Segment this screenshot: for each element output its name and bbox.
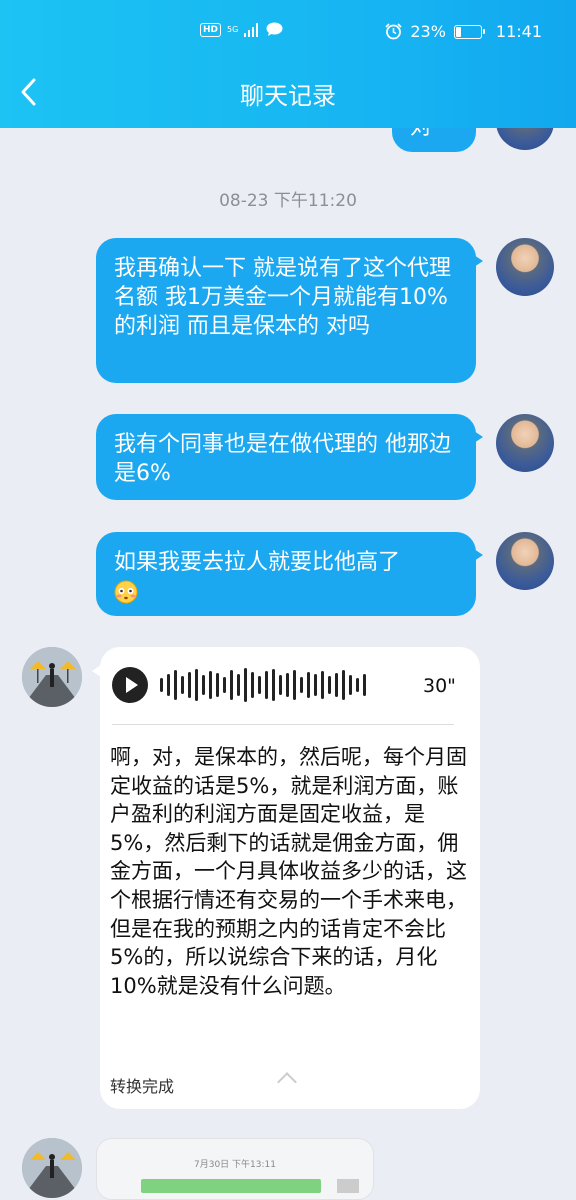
message-bubble-sent[interactable]: 我有个同事也是在做代理的 他那边是6% bbox=[96, 414, 483, 500]
image-message-card[interactable]: 7月30日 下午13:11 bbox=[96, 1138, 374, 1200]
waveform-bar bbox=[244, 668, 247, 702]
image-content bbox=[141, 1179, 321, 1193]
waveform-bar bbox=[230, 670, 233, 700]
transcription-status: 转换完成 bbox=[110, 1077, 175, 1096]
message-text: 我有个同事也是在做代理的 他那边是6% bbox=[114, 432, 451, 486]
image-thumbnail bbox=[337, 1179, 359, 1193]
waveform-bar bbox=[272, 669, 275, 701]
voice-message-card[interactable]: 30" 啊，对，是保本的，然后呢，每个月固定收益的话是5%，就是利润方面，账户盈… bbox=[92, 647, 480, 1109]
divider bbox=[112, 724, 454, 725]
message-bubble-sent[interactable]: 如果我要去拉人就要比他高了 bbox=[96, 532, 483, 616]
road-signs-avatar-icon bbox=[22, 1138, 82, 1198]
waveform-bar bbox=[300, 677, 303, 693]
message-text: 我再确认一下 就是说有了这个代理名额 我1万美金一个月就能有10%的利润 而且是… bbox=[114, 256, 451, 339]
waveform-bar bbox=[181, 676, 184, 694]
waveform-bar bbox=[314, 674, 317, 696]
avatar-contact[interactable] bbox=[22, 1138, 82, 1198]
waveform-bar bbox=[328, 676, 331, 694]
message-timestamp: 08-23 下午11:20 bbox=[219, 191, 357, 211]
battery-icon bbox=[453, 24, 485, 39]
signal-icon bbox=[244, 22, 259, 37]
waveform-bar bbox=[237, 674, 240, 696]
waveform-bar bbox=[195, 669, 198, 701]
hd-badge: HD bbox=[200, 22, 222, 37]
avatar-me[interactable] bbox=[496, 414, 554, 472]
image-timestamp: 7月30日 下午13:11 bbox=[194, 1160, 276, 1170]
waveform-bar bbox=[167, 674, 170, 696]
waveform-bar bbox=[307, 672, 310, 698]
waveform-bar bbox=[160, 678, 163, 692]
waveform-bar bbox=[223, 677, 226, 693]
waveform-bar bbox=[216, 673, 219, 697]
play-button[interactable] bbox=[112, 667, 148, 703]
waveform-bar bbox=[293, 670, 296, 700]
collapse-chevron-icon[interactable] bbox=[277, 1072, 297, 1092]
waveform-bar bbox=[209, 671, 212, 699]
avatar-me[interactable] bbox=[496, 238, 554, 296]
waveform-bar bbox=[349, 675, 352, 695]
flushed-face-emoji bbox=[114, 580, 138, 604]
waveform-bar bbox=[286, 673, 289, 697]
status-bar: HD 5G 23% 11:41 bbox=[0, 20, 576, 48]
header-bar: HD 5G 23% 11:41 聊天记录 bbox=[0, 0, 576, 128]
voice-waveform[interactable] bbox=[160, 668, 366, 702]
message-bubble-icon bbox=[266, 22, 283, 36]
waveform-bar bbox=[265, 671, 268, 699]
page-title: 聊天记录 bbox=[240, 82, 336, 110]
waveform-bar bbox=[202, 675, 205, 695]
avatar-contact[interactable] bbox=[22, 647, 82, 707]
clock: 11:41 bbox=[495, 22, 542, 41]
message-text: 如果我要去拉人就要比他高了 bbox=[114, 550, 401, 575]
waveform-bar bbox=[174, 670, 177, 700]
waveform-bar bbox=[356, 678, 359, 692]
waveform-bar bbox=[321, 671, 324, 699]
battery-percent: 23% bbox=[410, 22, 446, 41]
voice-transcript: 啊，对，是保本的，然后呢，每个月固定收益的话是5%，就是利润方面，账户盈利的利润… bbox=[110, 745, 467, 998]
avatar-me[interactable] bbox=[496, 532, 554, 590]
waveform-bar bbox=[251, 672, 254, 698]
alarm-icon bbox=[385, 23, 402, 40]
waveform-bar bbox=[188, 672, 191, 698]
waveform-bar bbox=[258, 676, 261, 694]
message-bubble-sent[interactable]: 我再确认一下 就是说有了这个代理名额 我1万美金一个月就能有10%的利润 而且是… bbox=[96, 238, 483, 383]
road-signs-avatar-icon bbox=[22, 647, 82, 707]
network-label: 5G bbox=[227, 24, 239, 34]
voice-duration: 30" bbox=[423, 675, 456, 697]
waveform-bar bbox=[342, 670, 345, 700]
waveform-bar bbox=[335, 673, 338, 697]
waveform-bar bbox=[363, 674, 366, 696]
waveform-bar bbox=[279, 675, 282, 695]
